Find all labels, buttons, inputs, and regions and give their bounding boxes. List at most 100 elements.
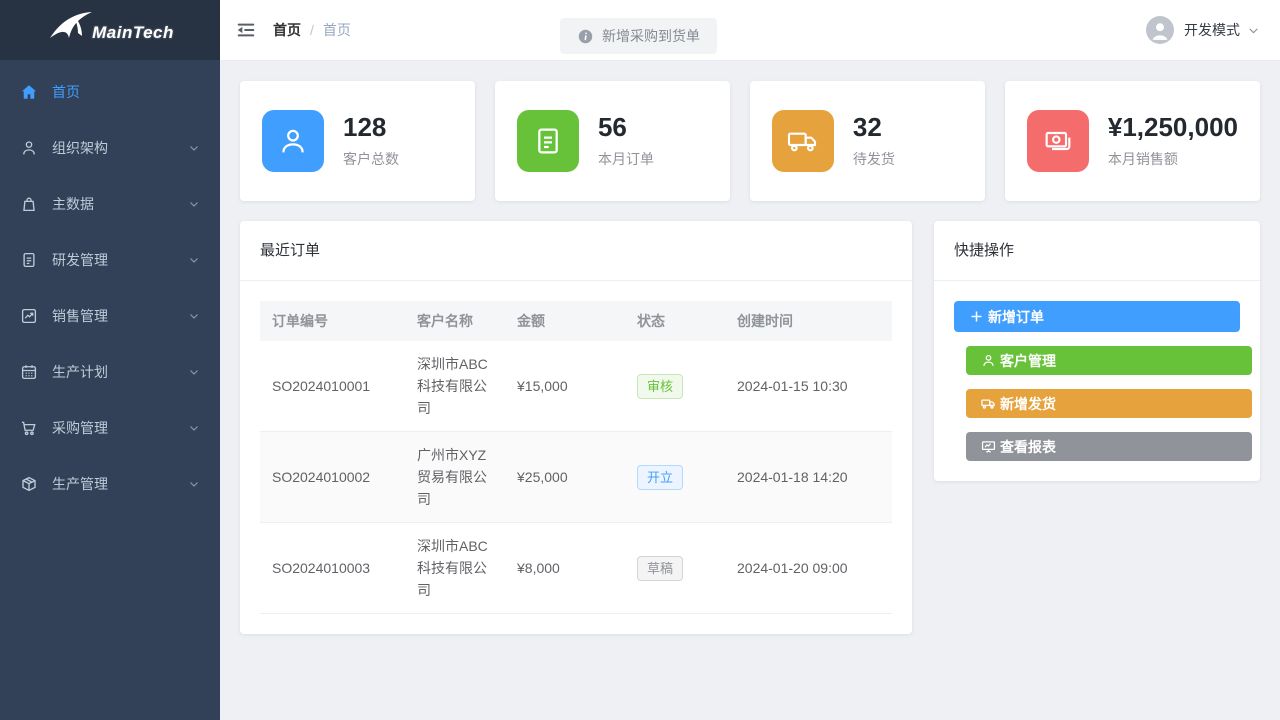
- recent-orders-title: 最近订单: [240, 221, 912, 281]
- sidebar-item-rnd[interactable]: 研发管理: [0, 232, 220, 288]
- new-purchase-receipt-label: 新增采购到货单: [602, 26, 700, 46]
- chevron-down-icon: [188, 366, 200, 378]
- swoosh-logo-icon: [46, 8, 98, 52]
- chevron-down-icon: [188, 310, 200, 322]
- stat-card-to-ship: 32 待发货: [750, 81, 985, 201]
- view-reports-label: 查看报表: [1000, 437, 1056, 457]
- status-badge: 审核: [637, 374, 683, 399]
- breadcrumb-item-current: 首页: [323, 20, 351, 40]
- add-shipment-button[interactable]: 新增发货: [966, 389, 1252, 418]
- sidebar-item-purchase[interactable]: 采购管理: [0, 400, 220, 456]
- table-row[interactable]: SO2024010002 广州市XYZ贸易有限公司 ¥25,000 开立 202…: [260, 432, 892, 523]
- created-time: 2024-01-15 10:30: [725, 341, 892, 432]
- sidebar-item-home[interactable]: 首页: [0, 64, 220, 120]
- cart-icon: [20, 419, 38, 437]
- customer-name: 深圳市ABC科技有限公司: [405, 523, 505, 614]
- user-icon: [262, 110, 324, 172]
- stat-value: 128: [343, 113, 399, 142]
- home-icon: [20, 83, 38, 101]
- stat-value: ¥1,250,000: [1108, 113, 1238, 142]
- user-icon: [981, 353, 996, 368]
- sidebar-menu: 首页 组织架构 主数据 研发管理 销售: [0, 60, 220, 512]
- table-row[interactable]: SO2024010001 深圳市ABC科技有限公司 ¥15,000 审核 202…: [260, 341, 892, 432]
- user-icon: [20, 139, 38, 157]
- add-shipment-label: 新增发货: [1000, 394, 1056, 414]
- breadcrumb: 首页 / 首页: [273, 20, 351, 40]
- stat-cards: 128 客户总数 56 本月订单: [240, 81, 1260, 201]
- sidebar-item-production-plan[interactable]: 生产计划: [0, 344, 220, 400]
- status-badge: 草稿: [637, 556, 683, 581]
- avatar: [1146, 16, 1174, 44]
- chevron-down-icon: [1247, 24, 1260, 37]
- customer-name: 深圳市ABC科技有限公司: [405, 341, 505, 432]
- col-status: 状态: [625, 301, 725, 341]
- customer-management-label: 客户管理: [1000, 351, 1056, 371]
- quick-actions-title: 快捷操作: [934, 221, 1260, 281]
- order-amount: ¥25,000: [505, 432, 625, 523]
- box-icon: [20, 475, 38, 493]
- stat-value: 32: [853, 113, 895, 142]
- add-order-button[interactable]: 新增订单: [954, 301, 1240, 332]
- money-icon: [1027, 110, 1089, 172]
- chevron-down-icon: [188, 142, 200, 154]
- table-header-row: 订单编号 客户名称 金额 状态 创建时间: [260, 301, 892, 341]
- stat-label: 客户总数: [343, 149, 399, 169]
- bag-icon: [20, 195, 38, 213]
- order-no: SO2024010002: [260, 432, 405, 523]
- col-amount: 金额: [505, 301, 625, 341]
- sidebar-item-label: 主数据: [52, 194, 94, 214]
- stat-card-customers: 128 客户总数: [240, 81, 475, 201]
- status-badge: 开立: [637, 465, 683, 490]
- col-order-no: 订单编号: [260, 301, 405, 341]
- customer-name: 广州市XYZ贸易有限公司: [405, 432, 505, 523]
- sidebar-item-masterdata[interactable]: 主数据: [0, 176, 220, 232]
- view-reports-button[interactable]: 查看报表: [966, 432, 1252, 461]
- logo-text: MainTech: [92, 23, 174, 52]
- info-circle-icon: [577, 28, 594, 45]
- sidebar-item-sales[interactable]: 销售管理: [0, 288, 220, 344]
- order-amount: ¥8,000: [505, 523, 625, 614]
- document-icon: [517, 110, 579, 172]
- order-amount: ¥15,000: [505, 341, 625, 432]
- stat-value: 56: [598, 113, 654, 142]
- stat-card-sales: ¥1,250,000 本月销售额: [1005, 81, 1260, 201]
- chevron-down-icon: [188, 478, 200, 490]
- chevron-down-icon: [188, 422, 200, 434]
- stat-label: 本月销售额: [1108, 149, 1238, 169]
- chevron-down-icon: [188, 254, 200, 266]
- quick-actions-panel: 快捷操作 新增订单 客户管理: [934, 221, 1260, 481]
- created-time: 2024-01-20 09:00: [725, 523, 892, 614]
- breadcrumb-item-home[interactable]: 首页: [273, 20, 301, 40]
- hamburger-icon[interactable]: [235, 19, 257, 41]
- person-icon: [1146, 16, 1174, 44]
- sidebar-item-label: 首页: [52, 82, 80, 102]
- order-no: SO2024010003: [260, 523, 405, 614]
- sidebar-item-manufacturing[interactable]: 生产管理: [0, 456, 220, 512]
- sidebar-item-label: 生产管理: [52, 474, 108, 494]
- chart-icon: [20, 307, 38, 325]
- sidebar-item-org[interactable]: 组织架构: [0, 120, 220, 176]
- sidebar-item-label: 研发管理: [52, 250, 108, 270]
- sidebar-item-label: 销售管理: [52, 306, 108, 326]
- top-header: 首页 / 首页 新增采购到货单 开发模式: [220, 0, 1280, 61]
- created-time: 2024-01-18 14:20: [725, 432, 892, 523]
- truck-icon: [981, 396, 996, 411]
- customer-management-button[interactable]: 客户管理: [966, 346, 1252, 375]
- new-purchase-receipt-button[interactable]: 新增采购到货单: [560, 18, 717, 54]
- user-menu[interactable]: 开发模式: [1146, 16, 1280, 44]
- col-created: 创建时间: [725, 301, 892, 341]
- truck-icon: [772, 110, 834, 172]
- sidebar-item-label: 采购管理: [52, 418, 108, 438]
- sidebar-item-label: 组织架构: [52, 138, 108, 158]
- sidebar: MainTech 首页 组织架构 主数据: [0, 0, 220, 720]
- add-order-label: 新增订单: [988, 307, 1044, 327]
- report-icon: [981, 439, 996, 454]
- stat-label: 本月订单: [598, 149, 654, 169]
- stat-label: 待发货: [853, 149, 895, 169]
- document-icon: [20, 251, 38, 269]
- calendar-icon: [20, 363, 38, 381]
- col-customer: 客户名称: [405, 301, 505, 341]
- logo[interactable]: MainTech: [0, 0, 220, 60]
- main-content: 128 客户总数 56 本月订单: [220, 61, 1280, 720]
- table-row[interactable]: SO2024010003 深圳市ABC科技有限公司 ¥8,000 草稿 2024…: [260, 523, 892, 614]
